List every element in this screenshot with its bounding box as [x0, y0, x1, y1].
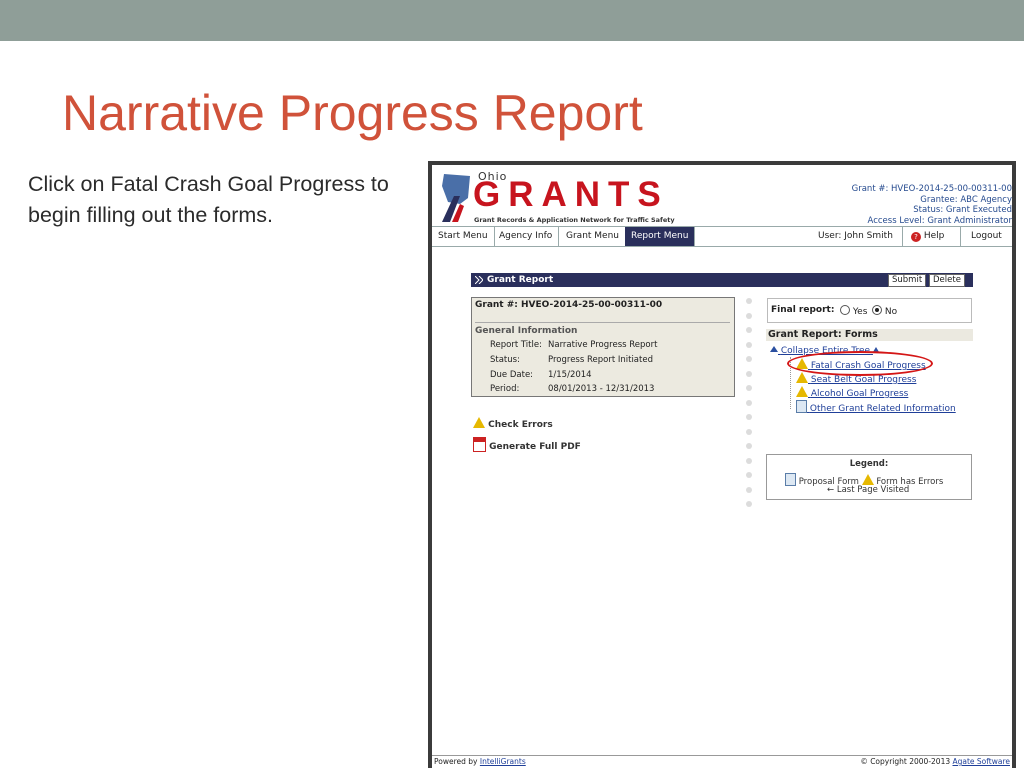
menu-logout[interactable]: Logout	[960, 227, 1012, 246]
grant-report-title: Grant Report	[487, 275, 554, 285]
legend-box: Legend: Proposal Form Form has Errors ← …	[766, 454, 972, 500]
slide-top-bar	[0, 0, 1024, 41]
logo-name: GRANTS	[473, 175, 669, 214]
menu-grant[interactable]: Grant Menu	[560, 227, 626, 246]
delete-button[interactable]: Delete	[929, 274, 965, 287]
footer-powered: Powered by IntelliGrants	[434, 756, 526, 768]
legend-last-page: Last Page Visited	[836, 485, 910, 495]
final-report-box: Final report: Yes No	[767, 298, 972, 323]
footer-copyright-text: © Copyright 2000-2013	[860, 757, 951, 766]
submit-button[interactable]: Submit	[888, 274, 927, 287]
tree-item-alcohol[interactable]: Alcohol Goal Progress	[796, 386, 908, 399]
other-info-label: Other Grant Related Information	[809, 404, 956, 414]
grants-app: Ohio GRANTS Grant Records & Application …	[432, 165, 1012, 768]
help-label: Help	[923, 231, 945, 241]
final-report-yes[interactable]: Yes	[840, 305, 867, 317]
document-icon	[796, 400, 807, 413]
warning-icon	[796, 386, 808, 397]
alcohol-label: Alcohol Goal Progress	[810, 389, 909, 399]
footer-copyright: © Copyright 2000-2013 Agate Software	[860, 756, 1010, 768]
info-value: 08/01/2013 - 12/31/2013	[548, 384, 655, 394]
header-grantee: Grantee: ABC Agency	[920, 194, 1012, 205]
general-info-heading: General Information	[475, 322, 730, 336]
radio-no[interactable]	[872, 305, 882, 315]
seat-belt-label: Seat Belt Goal Progress	[810, 375, 917, 385]
info-grant-number: Grant #: HVEO-2014-25-00-00311-00	[475, 300, 663, 310]
final-report-label: Final report:	[771, 305, 835, 315]
app-header: Ohio GRANTS Grant Records & Application …	[432, 165, 1012, 226]
final-report-no[interactable]: No	[872, 305, 897, 317]
grant-report-bar: Grant Report Submit Delete	[471, 273, 973, 287]
menu-agency-info[interactable]: Agency Info	[493, 227, 560, 246]
panel-divider[interactable]	[746, 298, 754, 523]
generate-pdf-link[interactable]: Generate Full PDF	[473, 437, 581, 452]
logo-tagline: Grant Records & Application Network for …	[474, 216, 675, 224]
highlight-ellipse	[787, 351, 933, 376]
pdf-icon	[473, 437, 486, 452]
legend-row: ← Last Page Visited	[827, 485, 909, 495]
radio-no-label: No	[884, 307, 898, 317]
radio-yes-label: Yes	[852, 307, 868, 317]
intelligrants-link[interactable]: IntelliGrants	[480, 757, 526, 766]
footer-powered-prefix: Powered by	[434, 757, 478, 766]
arrow-left-icon: ←	[827, 485, 835, 495]
radio-yes[interactable]	[840, 305, 850, 315]
header-grant-number: Grant #: HVEO-2014-25-00-00311-00	[851, 184, 1012, 194]
info-value: 1/15/2014	[548, 370, 592, 380]
agate-link[interactable]: Agate Software	[953, 757, 1011, 766]
header-status: Status: Grant Executed	[913, 205, 1012, 215]
generate-pdf-label: Generate Full PDF	[489, 442, 581, 452]
ohio-state-icon	[442, 174, 470, 222]
info-key: Status:	[490, 355, 520, 365]
slide-title: Narrative Progress Report	[62, 85, 643, 141]
warning-icon	[796, 372, 808, 383]
menu-bar: Start Menu Agency Info Grant Menu Report…	[432, 226, 1012, 247]
tree-item-other[interactable]: Other Grant Related Information	[796, 400, 956, 414]
info-value: Narrative Progress Report	[548, 340, 658, 350]
ohio-grants-logo: Ohio GRANTS Grant Records & Application …	[438, 170, 675, 226]
help-icon: ?	[911, 232, 921, 242]
app-footer: Powered by IntelliGrants © Copyright 200…	[432, 755, 1012, 768]
screenshot-frame: Ohio GRANTS Grant Records & Application …	[428, 161, 1016, 768]
forms-heading: Grant Report: Forms	[766, 329, 973, 341]
info-key: Period:	[490, 384, 520, 394]
check-errors-link[interactable]: Check Errors	[473, 417, 553, 430]
check-errors-label: Check Errors	[488, 420, 553, 430]
info-value: Progress Report Initiated	[548, 355, 653, 365]
arrows-icon	[475, 276, 483, 284]
document-icon	[785, 473, 796, 486]
warning-icon	[473, 417, 485, 428]
menu-help[interactable]: ? Help	[902, 227, 959, 246]
triangle-up-icon	[770, 346, 778, 352]
slide-instruction: Click on Fatal Crash Goal Progress to be…	[28, 172, 389, 227]
info-key: Report Title:	[490, 340, 542, 350]
menu-start[interactable]: Start Menu	[432, 227, 495, 246]
warning-icon	[861, 474, 874, 485]
general-info-box: Grant #: HVEO-2014-25-00-00311-00 Genera…	[471, 297, 735, 397]
info-key: Due Date:	[490, 370, 534, 380]
grant-info: Grant #: HVEO-2014-25-00-00311-00 Grante…	[852, 184, 1012, 226]
menu-user: User: John Smith	[818, 231, 893, 241]
legend-title: Legend:	[849, 459, 889, 469]
menu-report[interactable]: Report Menu	[625, 227, 696, 246]
header-access-level: Access Level: Grant Administrator	[867, 215, 1012, 226]
